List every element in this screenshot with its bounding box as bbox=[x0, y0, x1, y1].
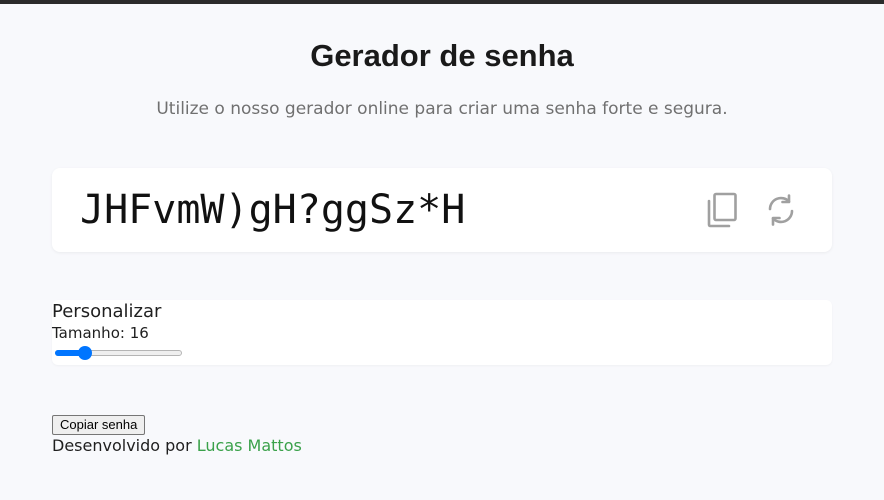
copy-password-icon-button[interactable] bbox=[702, 189, 742, 231]
footer-prefix: Desenvolvido por bbox=[52, 436, 192, 455]
customize-panel: Personalizar Tamanho: 16 bbox=[52, 300, 832, 365]
page-title: Gerador de senha bbox=[310, 38, 574, 73]
generated-password: JHFvmW)gH?ggSz*H bbox=[80, 187, 466, 233]
size-value: 16 bbox=[129, 324, 149, 342]
copy-icon bbox=[706, 192, 738, 228]
customize-title: Personalizar bbox=[52, 301, 162, 322]
footer-credit: Desenvolvido por Lucas Mattos bbox=[52, 436, 302, 456]
size-label-row: Tamanho: 16 bbox=[52, 324, 149, 342]
password-display-card: JHFvmW)gH?ggSz*H bbox=[52, 168, 832, 252]
author-link[interactable]: Lucas Mattos bbox=[197, 436, 302, 455]
password-length-slider[interactable] bbox=[53, 346, 184, 360]
top-border bbox=[0, 0, 884, 4]
regenerate-password-icon-button[interactable] bbox=[761, 189, 801, 231]
refresh-icon bbox=[764, 192, 798, 228]
size-label: Tamanho: bbox=[52, 324, 125, 342]
copy-password-button[interactable]: Copiar senha bbox=[52, 415, 146, 435]
page-subtitle: Utilize o nosso gerador online para cria… bbox=[156, 99, 728, 119]
slider-thumb[interactable] bbox=[77, 346, 92, 360]
